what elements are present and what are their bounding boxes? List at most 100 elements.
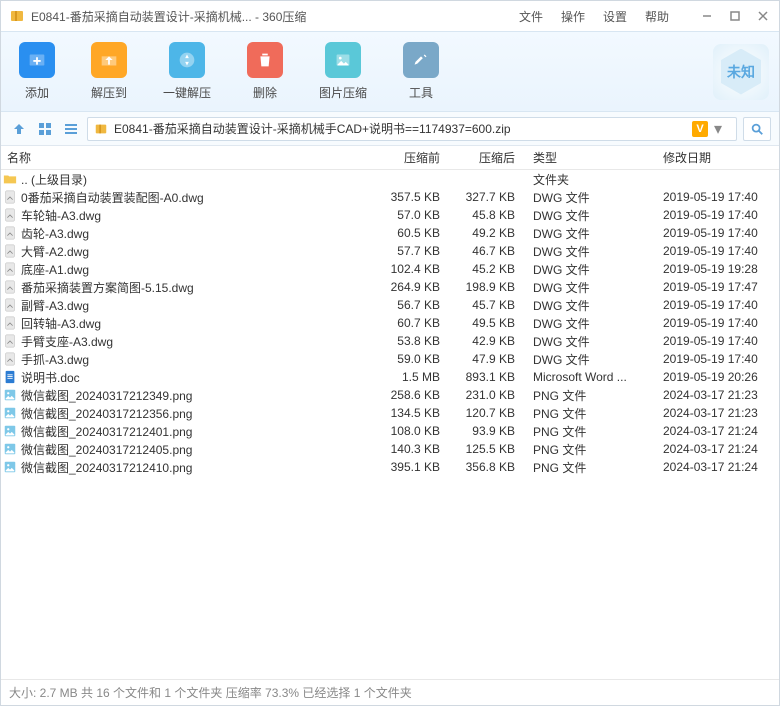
menu-help[interactable]: 帮助	[645, 8, 669, 25]
table-row[interactable]: 底座-A1.dwg102.4 KB45.2 KBDWG 文件2019-05-19…	[1, 260, 779, 278]
path-input[interactable]: E0841-番茄采摘自动装置设计-采摘机械手CAD+说明书==1174937=6…	[87, 117, 737, 141]
size-before: 108.0 KB	[371, 424, 446, 438]
table-row[interactable]: 回转轴-A3.dwg60.7 KB49.5 KBDWG 文件2019-05-19…	[1, 314, 779, 332]
add-icon	[19, 42, 55, 78]
badge-text: 未知	[727, 62, 755, 82]
up-icon[interactable]	[9, 119, 29, 139]
file-date: 2019-05-19 17:40	[651, 334, 779, 348]
oneclick-icon	[169, 42, 205, 78]
size-after: 356.8 KB	[446, 460, 521, 474]
file-type: DWG 文件	[521, 207, 651, 224]
file-name: 说明书.doc	[21, 369, 80, 386]
file-name: 0番茄采摘自动装置装配图-A0.dwg	[21, 189, 204, 206]
table-row[interactable]: 0番茄采摘自动装置装配图-A0.dwg357.5 KB327.7 KBDWG 文…	[1, 188, 779, 206]
tools-icon	[403, 42, 439, 78]
header-after[interactable]: 压缩后	[446, 149, 521, 166]
file-date: 2019-05-19 20:26	[651, 370, 779, 384]
size-before: 59.0 KB	[371, 352, 446, 366]
table-row[interactable]: 番茄采摘装置方案简图-5.15.dwg264.9 KB198.9 KBDWG 文…	[1, 278, 779, 296]
table-row[interactable]: 说明书.doc1.5 MB893.1 KBMicrosoft Word ...2…	[1, 368, 779, 386]
column-headers: 名称 压缩前 压缩后 类型 修改日期	[1, 146, 779, 170]
file-icon	[3, 442, 17, 456]
size-after: 120.7 KB	[446, 406, 521, 420]
close-button[interactable]	[755, 8, 771, 24]
path-text: E0841-番茄采摘自动装置设计-采摘机械手CAD+说明书==1174937=6…	[114, 120, 686, 137]
table-row[interactable]: 微信截图_20240317212401.png108.0 KB93.9 KBPN…	[1, 422, 779, 440]
grid-view-icon[interactable]	[35, 119, 55, 139]
file-name: 底座-A1.dwg	[21, 261, 89, 278]
table-row[interactable]: 微信截图_20240317212349.png258.6 KB231.0 KBP…	[1, 386, 779, 404]
toolbar: 添加 解压到 一键解压 删除 图片压缩 工具 未知	[1, 31, 779, 112]
maximize-button[interactable]	[727, 8, 743, 24]
list-view-icon[interactable]	[61, 119, 81, 139]
size-after: 125.5 KB	[446, 442, 521, 456]
delete-button[interactable]: 删除	[239, 38, 291, 105]
file-name: 微信截图_20240317212356.png	[21, 405, 192, 422]
size-before: 258.6 KB	[371, 388, 446, 402]
file-list: 名称 压缩前 压缩后 类型 修改日期 .. (上级目录)文件夹0番茄采摘自动装置…	[1, 146, 779, 679]
file-type: DWG 文件	[521, 315, 651, 332]
file-date: 2024-03-17 21:23	[651, 388, 779, 402]
table-row[interactable]: 车轮轴-A3.dwg57.0 KB45.8 KBDWG 文件2019-05-19…	[1, 206, 779, 224]
table-row[interactable]: 微信截图_20240317212356.png134.5 KB120.7 KBP…	[1, 404, 779, 422]
file-date: 2024-03-17 21:24	[651, 424, 779, 438]
menu-operate[interactable]: 操作	[561, 8, 585, 25]
path-dropdown-icon[interactable]: ▾	[714, 119, 730, 139]
table-row[interactable]: 微信截图_20240317212410.png395.1 KB356.8 KBP…	[1, 458, 779, 476]
file-icon	[3, 334, 17, 348]
search-button[interactable]	[743, 117, 771, 141]
extract-to-button[interactable]: 解压到	[83, 38, 135, 105]
delete-icon	[247, 42, 283, 78]
header-before[interactable]: 压缩前	[371, 149, 446, 166]
v-badge: V	[692, 121, 708, 137]
file-name: 微信截图_20240317212405.png	[21, 441, 192, 458]
delete-label: 删除	[253, 84, 277, 101]
table-row[interactable]: 手抓-A3.dwg59.0 KB47.9 KBDWG 文件2019-05-19 …	[1, 350, 779, 368]
size-before: 60.5 KB	[371, 226, 446, 240]
menu-file[interactable]: 文件	[519, 8, 543, 25]
size-after: 42.9 KB	[446, 334, 521, 348]
file-type: PNG 文件	[521, 441, 651, 458]
header-type[interactable]: 类型	[521, 149, 651, 166]
file-type: PNG 文件	[521, 423, 651, 440]
size-before: 53.8 KB	[371, 334, 446, 348]
tools-button[interactable]: 工具	[395, 38, 447, 105]
table-row[interactable]: 大臂-A2.dwg57.7 KB46.7 KBDWG 文件2019-05-19 …	[1, 242, 779, 260]
file-date: 2019-05-19 17:40	[651, 190, 779, 204]
unknown-badge[interactable]: 未知	[713, 44, 769, 100]
file-icon	[3, 424, 17, 438]
file-name: .. (上级目录)	[21, 171, 87, 188]
file-date: 2019-05-19 17:40	[651, 208, 779, 222]
titlebar: E0841-番茄采摘自动装置设计-采摘机械... - 360压缩 文件 操作 设…	[1, 1, 779, 31]
minimize-button[interactable]	[699, 8, 715, 24]
image-compress-button[interactable]: 图片压缩	[311, 38, 375, 105]
file-date: 2019-05-19 17:40	[651, 352, 779, 366]
file-name: 车轮轴-A3.dwg	[21, 207, 101, 224]
header-name[interactable]: 名称	[1, 149, 371, 166]
file-icon	[3, 280, 17, 294]
table-row[interactable]: 手臂支座-A3.dwg53.8 KB42.9 KBDWG 文件2019-05-1…	[1, 332, 779, 350]
file-type: DWG 文件	[521, 351, 651, 368]
file-type: PNG 文件	[521, 459, 651, 476]
table-row[interactable]: 齿轮-A3.dwg60.5 KB49.2 KBDWG 文件2019-05-19 …	[1, 224, 779, 242]
add-button[interactable]: 添加	[11, 38, 63, 105]
file-date: 2019-05-19 17:40	[651, 244, 779, 258]
file-type: Microsoft Word ...	[521, 370, 651, 384]
size-after: 893.1 KB	[446, 370, 521, 384]
file-name: 齿轮-A3.dwg	[21, 225, 89, 242]
table-row[interactable]: .. (上级目录)文件夹	[1, 170, 779, 188]
size-after: 49.2 KB	[446, 226, 521, 240]
size-after: 49.5 KB	[446, 316, 521, 330]
file-date: 2024-03-17 21:24	[651, 442, 779, 456]
table-row[interactable]: 微信截图_20240317212405.png 140.3 KB125.5 KBP…	[1, 440, 779, 458]
header-date[interactable]: 修改日期	[651, 149, 779, 166]
size-before: 140.3 KB	[371, 442, 446, 456]
file-type: DWG 文件	[521, 279, 651, 296]
table-row[interactable]: 副臂-A3.dwg56.7 KB45.7 KBDWG 文件2019-05-19 …	[1, 296, 779, 314]
one-click-extract-button[interactable]: 一键解压	[155, 38, 219, 105]
menu-settings[interactable]: 设置	[603, 8, 627, 25]
size-after: 231.0 KB	[446, 388, 521, 402]
file-type: DWG 文件	[521, 297, 651, 314]
extract-label: 解压到	[91, 84, 127, 101]
file-date: 2024-03-17 21:23	[651, 406, 779, 420]
